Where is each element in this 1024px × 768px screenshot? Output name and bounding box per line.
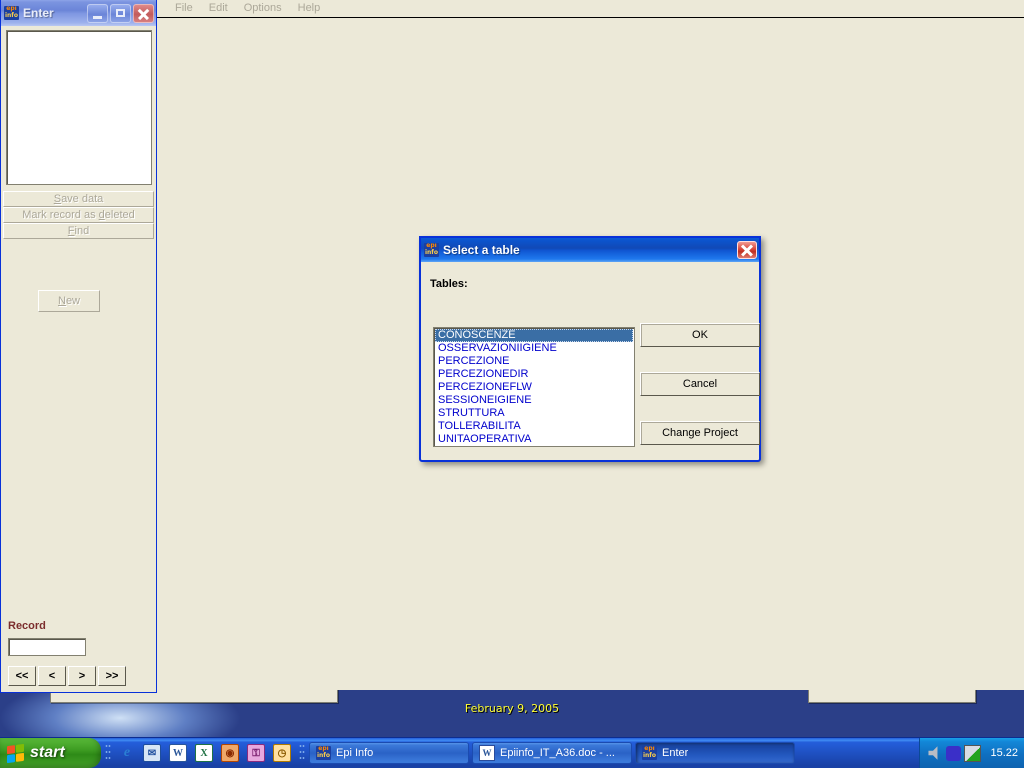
enter-form-canvas[interactable] (6, 30, 152, 185)
record-last-button[interactable]: >> (98, 666, 126, 686)
start-button[interactable]: start (0, 738, 101, 768)
maximize-icon[interactable] (110, 3, 131, 23)
windows-logo-icon (7, 743, 24, 763)
word-icon[interactable]: W (169, 744, 187, 762)
desktop: February 9, 2005 File Edit Options Help … (0, 0, 1024, 768)
new-record-button[interactable]: New (38, 290, 100, 312)
mark-record-deleted-button[interactable]: Mark record as deleted (3, 207, 154, 223)
ok-button[interactable]: OK (640, 323, 760, 347)
enter-window-title: Enter (23, 6, 54, 20)
list-item[interactable]: STRUTTURA (435, 407, 633, 420)
tables-label: Tables: (430, 278, 468, 290)
menu-bar: File Edit Options Help (157, 0, 1024, 18)
internet-explorer-icon[interactable]: e (119, 745, 135, 761)
record-label: Record (8, 620, 46, 632)
dialog-title: Select a table (443, 243, 520, 257)
enter-window: Enter Save data Mark record as deleted F… (0, 0, 157, 693)
excel-icon[interactable]: X (195, 744, 213, 762)
clock-icon[interactable]: ◷ (273, 744, 291, 762)
taskbar-button-label: Epi Info (336, 747, 374, 759)
select-a-table-dialog: Select a table Tables: CONOSCENZE OSSERV… (419, 236, 761, 462)
close-icon[interactable] (737, 241, 757, 259)
list-item[interactable]: UNITAOPERATIVA (435, 433, 633, 446)
taskbar-separator (105, 742, 111, 764)
quick-launch-bar: e ✉ W X ◉ ⚿ ◷ (115, 744, 295, 762)
network-icon[interactable] (964, 744, 982, 762)
list-item[interactable]: OSSERVAZIONIIGIENE (435, 342, 633, 355)
taskbar-task-buttons: Epi Info W Epiinfo_IT_A36.doc - ... Ente… (309, 742, 919, 764)
word-icon: W (479, 745, 495, 761)
find-label-post: ind (74, 225, 90, 237)
save-data-button[interactable]: Save data (3, 191, 154, 207)
menu-item-edit[interactable]: Edit (201, 0, 236, 17)
outlook-express-icon[interactable]: ✉ (143, 744, 161, 762)
key-icon[interactable]: ⚿ (247, 744, 265, 762)
record-first-button[interactable]: << (8, 666, 36, 686)
epiinfo-icon (316, 746, 331, 760)
epiinfo-icon (424, 243, 439, 257)
enter-action-buttons: Save data Mark record as deleted Find (1, 191, 156, 239)
menu-item-file[interactable]: File (167, 0, 201, 17)
find-button[interactable]: Find (3, 223, 154, 239)
mark-record-label-pre: Mark record as (22, 209, 99, 221)
dialog-titlebar[interactable]: Select a table (421, 238, 759, 262)
save-data-label-post: ave data (61, 193, 104, 205)
clock-text: 15.22 (990, 747, 1018, 759)
find-accel: F (67, 225, 75, 237)
enter-window-titlebar[interactable]: Enter (1, 0, 156, 26)
list-item[interactable]: TOLLERABILITA (435, 420, 633, 433)
epiinfo-icon (642, 746, 657, 760)
list-item[interactable]: PERCEZIONEFLW (435, 381, 633, 394)
background-window-strip-right[interactable] (808, 688, 976, 703)
media-player-icon[interactable]: ◉ (221, 744, 239, 762)
audio-device-icon[interactable] (946, 745, 962, 761)
dialog-body: Tables: CONOSCENZE OSSERVAZIONIIGIENE PE… (421, 262, 760, 460)
list-item[interactable]: CONOSCENZE (435, 329, 633, 342)
close-icon[interactable] (133, 3, 154, 23)
record-next-button[interactable]: > (68, 666, 96, 686)
taskbar-button-enter[interactable]: Enter (635, 742, 795, 764)
system-tray: 15.22 (919, 738, 1024, 768)
menu-item-help[interactable]: Help (290, 0, 329, 17)
list-item[interactable]: SESSIONEIGIENE (435, 394, 633, 407)
start-button-label: start (30, 744, 65, 761)
volume-icon[interactable] (928, 746, 938, 760)
wallpaper-date-text: February 9, 2005 (464, 702, 560, 715)
cancel-button[interactable]: Cancel (640, 372, 760, 396)
epiinfo-icon (4, 6, 19, 20)
taskbar: start e ✉ W X ◉ ⚿ ◷ Epi Info W Epiinfo_I… (0, 737, 1024, 768)
taskbar-button-label: Epiinfo_IT_A36.doc - ... (500, 747, 615, 759)
new-record-accel: N (57, 295, 66, 307)
record-navigation: << < > >> (8, 666, 128, 686)
taskbar-button-word-document[interactable]: W Epiinfo_IT_A36.doc - ... (472, 742, 632, 764)
taskbar-button-epi-info[interactable]: Epi Info (309, 742, 469, 764)
change-project-button[interactable]: Change Project (640, 421, 760, 445)
record-previous-button[interactable]: < (38, 666, 66, 686)
mark-record-label-post: eleted (104, 209, 135, 221)
menu-item-options[interactable]: Options (236, 0, 290, 17)
list-item[interactable]: PERCEZIONE (435, 355, 633, 368)
new-record-label: ew (65, 295, 80, 307)
record-number-input[interactable] (8, 638, 86, 656)
save-data-accel: S (53, 193, 62, 205)
tables-listbox[interactable]: CONOSCENZE OSSERVAZIONIIGIENE PERCEZIONE… (433, 327, 635, 447)
taskbar-button-label: Enter (662, 747, 689, 759)
taskbar-separator (299, 742, 305, 764)
minimize-icon[interactable] (87, 3, 108, 23)
list-item[interactable]: PERCEZIONEDIR (435, 368, 633, 381)
